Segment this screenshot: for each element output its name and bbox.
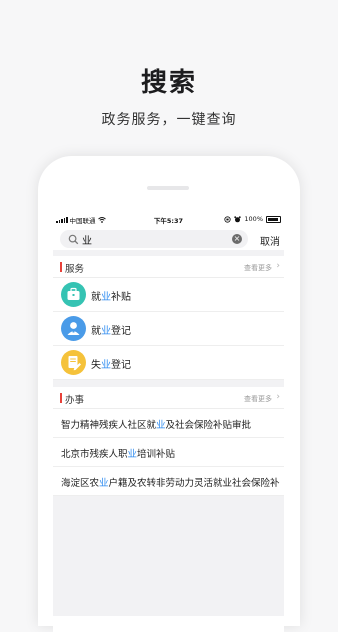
orientation-lock-icon bbox=[224, 215, 232, 223]
task-label: 海淀区农业户籍及农转非劳动力灵活就业社会保险补... bbox=[61, 478, 280, 489]
service-label: 就业登记 bbox=[91, 326, 131, 337]
divider bbox=[53, 380, 284, 387]
battery-icon bbox=[266, 215, 281, 223]
search-bar: × 取消 bbox=[53, 226, 284, 250]
phone-screen: 中国联通 下午5:37 100% 业 × 取消 服务 查看更多 › 就业补贴 就… bbox=[53, 212, 284, 632]
battery-percent: 100% bbox=[244, 215, 263, 223]
clear-icon[interactable]: × bbox=[232, 234, 242, 244]
tasks-title: 办事 bbox=[65, 395, 85, 406]
services-title: 服务 bbox=[65, 264, 85, 275]
service-item-jiuye-dengji[interactable]: 就业登记 bbox=[53, 312, 284, 346]
services-more-link[interactable]: 查看更多 bbox=[244, 263, 272, 273]
empty-area bbox=[53, 496, 284, 616]
hero-title: 搜索 bbox=[140, 68, 197, 98]
chevron-right-icon[interactable]: › bbox=[276, 261, 280, 271]
section-marker bbox=[60, 262, 62, 272]
task-item[interactable]: 北京市残疾人职业培训补贴 bbox=[53, 438, 284, 467]
section-marker bbox=[60, 393, 62, 403]
briefcase-icon bbox=[61, 282, 86, 307]
task-label: 北京市残疾人职业培训补贴 bbox=[61, 449, 176, 460]
person-icon bbox=[61, 316, 86, 341]
service-item-shiye-dengji[interactable]: 失业登记 bbox=[53, 346, 284, 380]
search-field[interactable]: × bbox=[60, 230, 248, 248]
task-item[interactable]: 智力精神残疾人社区就业及社会保险补贴审批 bbox=[53, 409, 284, 438]
search-input[interactable] bbox=[82, 233, 222, 245]
service-label: 就业补贴 bbox=[91, 292, 131, 303]
service-label: 失业登记 bbox=[91, 360, 131, 371]
task-label: 智力精神残疾人社区就业及社会保险补贴审批 bbox=[61, 420, 252, 431]
chevron-right-icon[interactable]: › bbox=[276, 392, 280, 402]
service-item-jiuye-butie[interactable]: 就业补贴 bbox=[53, 278, 284, 312]
cancel-button[interactable]: 取消 bbox=[260, 233, 280, 248]
task-item[interactable]: 海淀区农业户籍及农转非劳动力灵活就业社会保险补... bbox=[53, 467, 284, 496]
hero-subtitle: 政务服务，一键查询 bbox=[101, 112, 237, 128]
search-icon bbox=[68, 234, 79, 244]
services-header: 服务 查看更多 › bbox=[53, 256, 284, 278]
tasks-more-link[interactable]: 查看更多 bbox=[244, 394, 272, 404]
phone-mockup: 中国联通 下午5:37 100% 业 × 取消 服务 查看更多 › 就业补贴 就… bbox=[38, 156, 300, 632]
status-bar: 中国联通 下午5:37 100% bbox=[53, 212, 284, 226]
phone-speaker bbox=[147, 186, 189, 190]
tasks-header: 办事 查看更多 › bbox=[53, 387, 284, 409]
alarm-icon bbox=[234, 215, 242, 222]
document-icon bbox=[61, 350, 86, 375]
